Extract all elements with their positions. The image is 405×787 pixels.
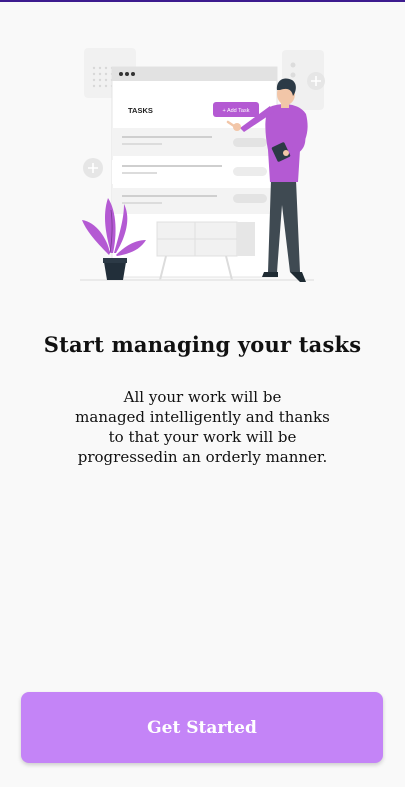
description-line: progressedin an orderly manner. [77, 448, 328, 466]
get-started-button[interactable]: Get Started [21, 692, 383, 763]
add-task-label: + Add Task [223, 108, 250, 114]
description-line: managed intelligently and thanks [75, 408, 330, 426]
top-accent-line [0, 0, 405, 2]
task-board-illustration: TASKS + Add Task [80, 48, 325, 282]
window-title-bar [112, 67, 277, 81]
description-line: to that your work will be [108, 428, 297, 446]
description-line: All your work will be [123, 388, 282, 406]
page-title: Start managing your tasks [43, 332, 362, 357]
board-heading: TASKS [128, 106, 153, 115]
onboarding-description: All your work will be managed intelligen… [60, 387, 345, 467]
